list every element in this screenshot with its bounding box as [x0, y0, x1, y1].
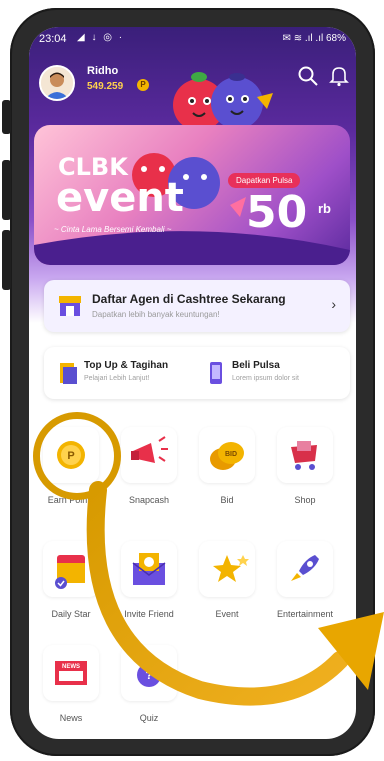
megaphone-icon: [131, 436, 168, 463]
user-points: 549.259: [87, 81, 124, 92]
menu-tile: [199, 541, 255, 597]
menu-label: Snapcash: [128, 495, 170, 505]
chevron-right-icon: ›: [331, 296, 336, 312]
banner-title: event: [56, 175, 184, 221]
search-icon[interactable]: [297, 65, 319, 87]
menu-label: News: [59, 713, 83, 723]
quick-actions-card: Top Up & Tagihan Pelajari Lebih Lanjut! …: [44, 347, 350, 399]
menu-tile: ?: [121, 645, 177, 701]
status-battery: ✉ ≋ .ıl .ıl 68%: [282, 33, 346, 44]
menu-news[interactable]: NEWS News: [35, 645, 107, 739]
menu-tile: [121, 541, 177, 597]
menu-snapcash[interactable]: Snapcash: [113, 427, 185, 527]
menu-tile: [121, 427, 177, 483]
phone-volume-up: [2, 160, 11, 220]
banner-amount: 50: [246, 187, 308, 238]
svg-text:BID: BID: [225, 451, 237, 458]
coin-icon: P: [137, 79, 149, 91]
menu-label: Bid: [220, 495, 234, 505]
menu-tile: [277, 541, 333, 597]
banner-tagline: ~ Cinta Lama Bersemi Kembali ~: [54, 225, 172, 234]
menu-label: Quiz: [139, 713, 159, 723]
menu-invite-friend[interactable]: Invite Friend: [113, 541, 185, 641]
avatar[interactable]: [39, 65, 75, 101]
agent-subtitle: Dapatkan lebih banyak keuntungan!: [92, 310, 220, 319]
menu-tile: NEWS: [43, 645, 99, 701]
menu-label: Invite Friend: [124, 609, 174, 619]
status-bar: 23:04 ◢ ↓ ◎ · ✉ ≋ .ıl .ıl 68%: [29, 27, 356, 49]
menu-event[interactable]: Event: [191, 541, 263, 641]
highlight-ring: [33, 412, 121, 500]
agent-title: Daftar Agen di Cashtree Sekarang: [92, 292, 286, 306]
agent-register-card[interactable]: Daftar Agen di Cashtree Sekarang Dapatka…: [44, 280, 350, 332]
topup-icon: [60, 363, 77, 384]
calendar-icon: [55, 555, 85, 589]
menu-daily-star[interactable]: Daily Star: [35, 541, 107, 641]
pulsa-subtitle: Lorem ipsum dolor sit: [232, 375, 299, 382]
topup-title: Top Up & Tagihan: [84, 360, 169, 371]
menu-label: Daily Star: [51, 609, 91, 619]
menu-tile: BID: [199, 427, 255, 483]
status-time: 23:04: [39, 33, 67, 45]
menu-tile: [277, 427, 333, 483]
banner-unit: rb: [318, 201, 331, 216]
topup-subtitle: Pelajari Lebih Lanjut!: [84, 375, 150, 382]
quiz-icon: ?: [137, 663, 161, 687]
menu-bid[interactable]: BID Bid: [191, 427, 263, 527]
user-name: Ridho: [87, 65, 119, 77]
envelope-icon: [132, 553, 166, 585]
news-icon: NEWS: [55, 661, 87, 685]
menu-label: Shop: [294, 495, 316, 505]
rocket-icon: [291, 555, 319, 581]
stars-icon: [213, 555, 249, 582]
banner-pill: Dapatkan Pulsa: [228, 173, 301, 188]
menu-label: Event: [215, 609, 239, 619]
pulsa-title: Beli Pulsa: [232, 360, 280, 371]
menu-tile: [43, 541, 99, 597]
promo-banner[interactable]: CLBK event ~ Cinta Lama Bersemi Kembali …: [34, 125, 350, 265]
phone-icon: [210, 362, 222, 384]
store-icon: [59, 296, 81, 316]
app-screen: 23:04 ◢ ↓ ◎ · ✉ ≋ .ıl .ıl 68% Ridho 549.…: [29, 27, 356, 739]
cart-icon: [291, 441, 317, 470]
menu-entertainment[interactable]: Entertainment: [269, 541, 341, 641]
menu-shop[interactable]: Shop: [269, 427, 341, 527]
status-notification-icons: ◢ ↓ ◎ ·: [77, 32, 125, 43]
phone-side-button: [2, 100, 11, 134]
phone-volume-down: [2, 230, 11, 290]
bell-icon[interactable]: [329, 65, 349, 87]
menu-label: Entertainment: [276, 609, 334, 619]
menu-quiz[interactable]: ? Quiz: [113, 645, 185, 739]
avatar-icon: [41, 67, 73, 99]
svg-text:?: ?: [145, 668, 152, 682]
bid-coins-icon: BID: [210, 442, 244, 470]
svg-text:NEWS: NEWS: [62, 664, 80, 670]
